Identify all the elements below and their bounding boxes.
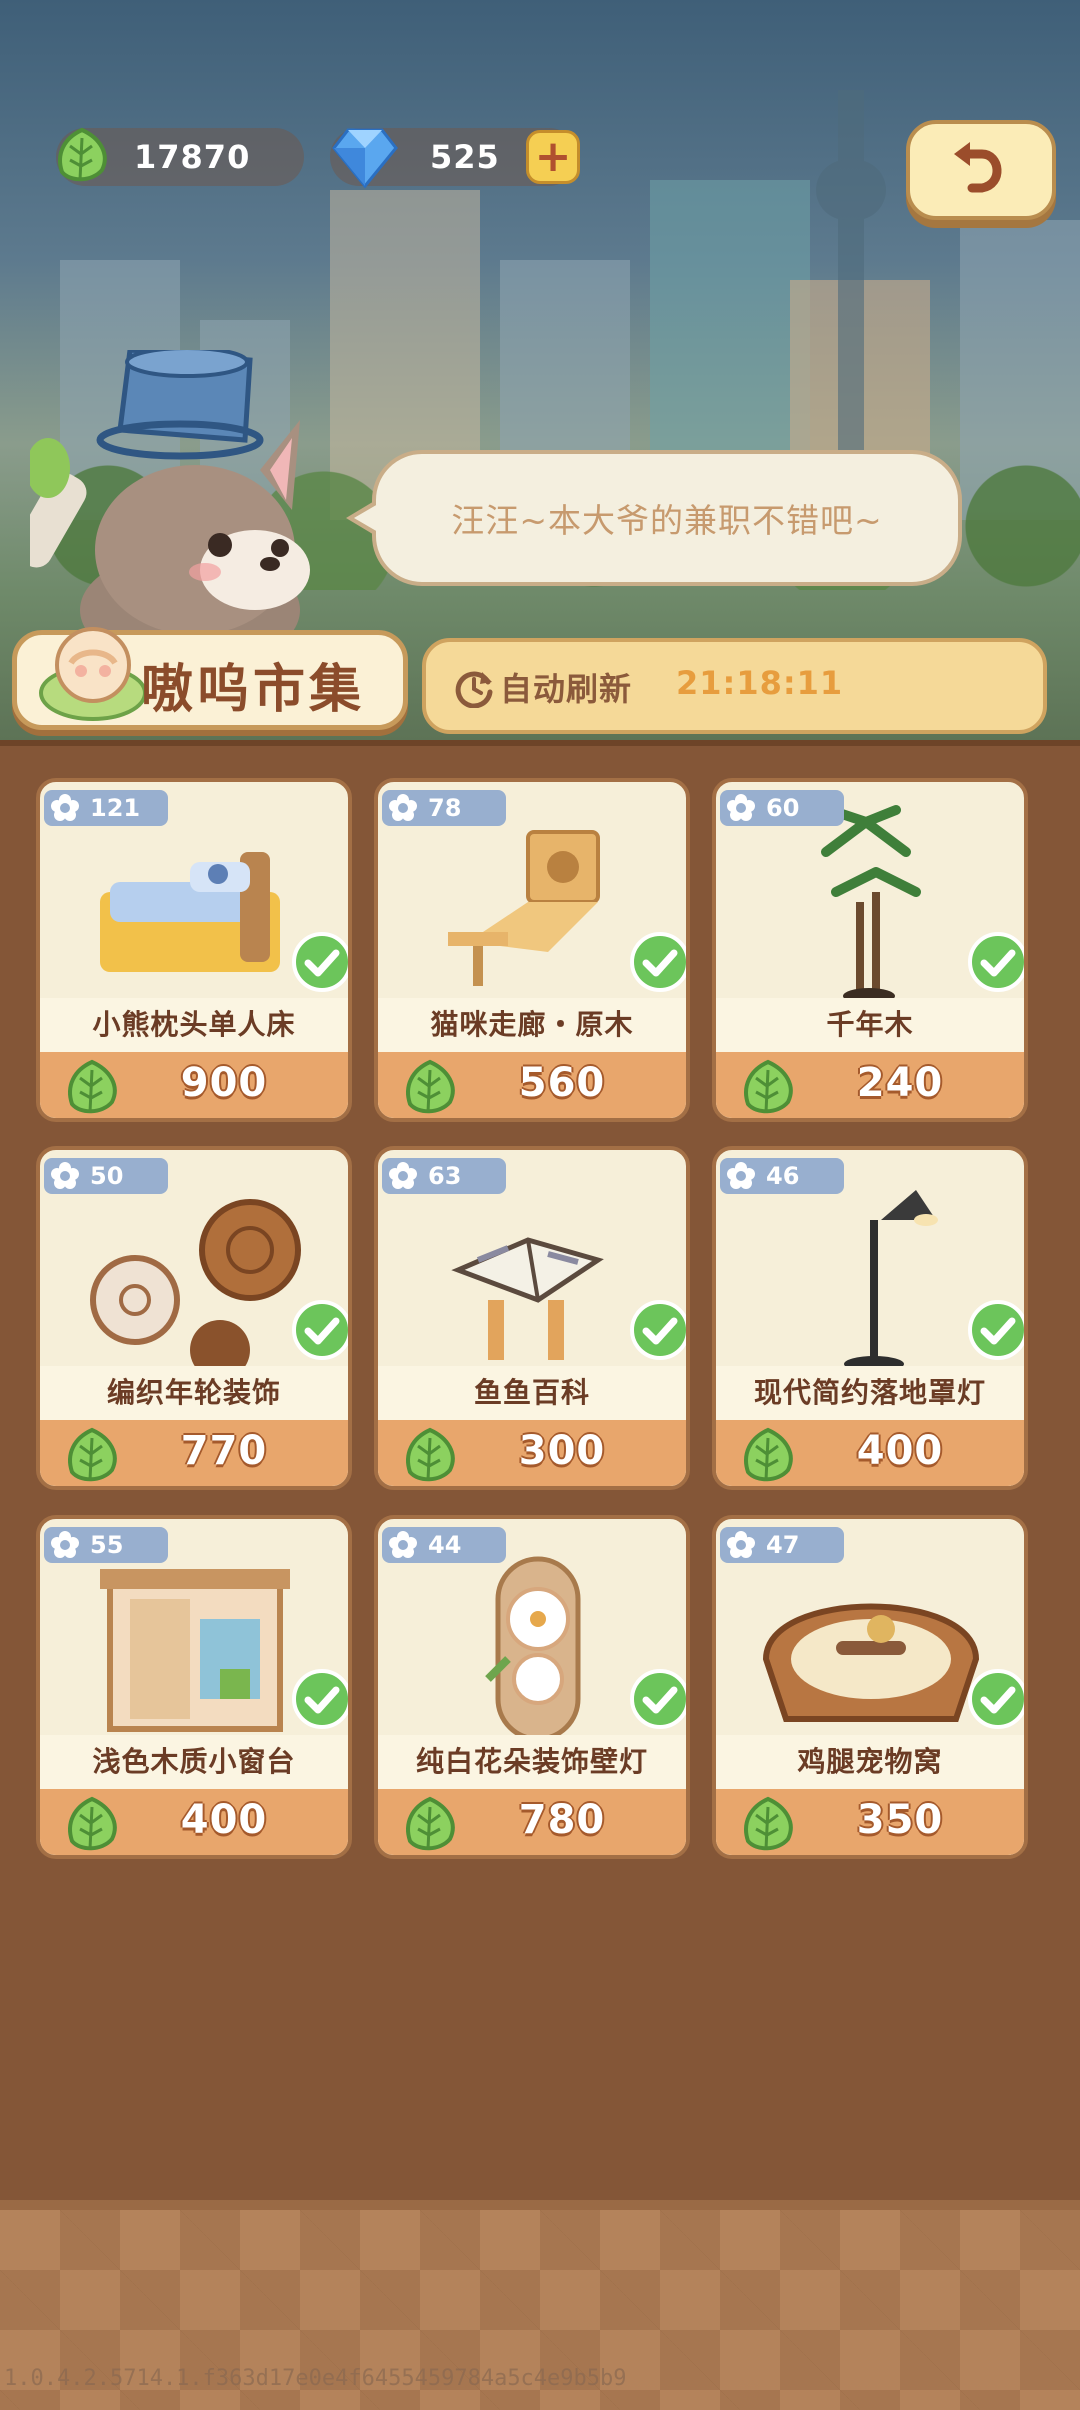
auto-refresh-bar: 自动刷新 21:18:11 <box>422 638 1047 734</box>
item-name: 现代简约落地罩灯 <box>716 1366 1024 1420</box>
favorite-count-badge: 44 <box>382 1527 506 1563</box>
leaf-icon <box>406 1059 455 1114</box>
favorite-count: 50 <box>90 1162 124 1190</box>
diamond-icon <box>332 128 398 189</box>
item-price: 350 <box>856 1797 944 1843</box>
item-name: 鸡腿宠物窝 <box>716 1735 1024 1789</box>
buy-price-button[interactable]: 400 <box>40 1789 348 1855</box>
owned-check-icon <box>292 932 348 992</box>
leaf-icon <box>68 1059 117 1114</box>
buy-price-button[interactable]: 900 <box>40 1052 348 1118</box>
flower-icon <box>51 1162 79 1189</box>
shop-item-card[interactable]: 50 编织年轮装饰 770 <box>36 1146 352 1490</box>
shop-item-card[interactable]: 63 鱼鱼百科 300 <box>374 1146 690 1490</box>
favorite-count: 78 <box>428 794 462 822</box>
favorite-count: 55 <box>90 1531 124 1559</box>
flower-icon <box>389 1531 417 1558</box>
leaf-icon <box>744 1427 793 1482</box>
item-price: 780 <box>518 1797 606 1843</box>
owned-check-icon <box>968 932 1024 992</box>
leaf-amount: 17870 <box>134 138 251 176</box>
build-version: 1.0.4.2.5714.1.f363d17e0e4f6455459784a5c… <box>4 2366 627 2391</box>
favorite-count-badge: 50 <box>44 1158 168 1194</box>
item-price: 400 <box>180 1797 268 1843</box>
item-price: 240 <box>856 1060 944 1106</box>
owned-check-icon <box>630 1669 686 1729</box>
buy-price-button[interactable]: 780 <box>378 1789 686 1855</box>
item-name: 猫咪走廊・原木 <box>378 998 686 1052</box>
owned-check-icon <box>292 1300 348 1360</box>
speech-bubble: 汪汪~本大爷的兼职不错吧~ <box>346 450 962 586</box>
owned-check-icon <box>630 932 686 992</box>
shop-item-card[interactable]: 121 小熊枕头单人床 900 <box>36 778 352 1122</box>
buy-price-button[interactable]: 300 <box>378 1420 686 1486</box>
item-name: 小熊枕头单人床 <box>40 998 348 1052</box>
owned-check-icon <box>968 1300 1024 1360</box>
item-name: 浅色木质小窗台 <box>40 1735 348 1789</box>
item-price: 300 <box>518 1428 606 1474</box>
leaf-icon <box>406 1427 455 1482</box>
item-price: 560 <box>518 1060 606 1106</box>
favorite-count: 121 <box>90 794 141 822</box>
shop-item-card[interactable]: 78 猫咪走廊・原木 560 <box>374 778 690 1122</box>
item-price: 770 <box>180 1428 268 1474</box>
item-price: 400 <box>856 1428 944 1474</box>
favorite-count-badge: 47 <box>720 1527 844 1563</box>
favorite-count: 44 <box>428 1531 462 1559</box>
item-name: 纯白花朵装饰壁灯 <box>378 1735 686 1789</box>
leaf-icon <box>68 1796 117 1851</box>
item-name: 编织年轮装饰 <box>40 1366 348 1420</box>
gem-amount: 525 <box>430 138 500 176</box>
leaf-icon <box>406 1796 455 1851</box>
leaf-icon <box>744 1059 793 1114</box>
item-price: 900 <box>180 1060 268 1106</box>
item-name: 千年木 <box>716 998 1024 1052</box>
buy-price-button[interactable]: 400 <box>716 1420 1024 1486</box>
flower-icon <box>51 1531 79 1558</box>
flower-icon <box>727 1531 755 1558</box>
leaf-icon <box>68 1427 117 1482</box>
shop-item-card[interactable]: 47 鸡腿宠物窝 350 <box>712 1515 1028 1859</box>
market-title: 嗷呜市集 <box>141 660 366 720</box>
shop-item-card[interactable]: 44 纯白花朵装饰壁灯 780 <box>374 1515 690 1859</box>
favorite-count: 60 <box>766 794 800 822</box>
shop-item-card[interactable]: 46 现代简约落地罩灯 400 <box>712 1146 1028 1490</box>
favorite-count-badge: 63 <box>382 1158 506 1194</box>
buy-price-button[interactable]: 240 <box>716 1052 1024 1118</box>
owned-check-icon <box>968 1669 1024 1729</box>
item-name: 鱼鱼百科 <box>378 1366 686 1420</box>
favorite-count-badge: 55 <box>44 1527 168 1563</box>
favorite-count: 63 <box>428 1162 462 1190</box>
favorite-count: 47 <box>766 1531 800 1559</box>
leaf-icon <box>58 127 107 182</box>
buy-price-button[interactable]: 560 <box>378 1052 686 1118</box>
refresh-countdown: 21:18:11 <box>676 664 844 702</box>
shop-item-card[interactable]: 55 浅色木质小窗台 400 <box>36 1515 352 1859</box>
leaf-currency: 17870 <box>56 127 304 186</box>
flower-icon <box>51 794 79 821</box>
flower-icon <box>389 794 417 821</box>
add-gems-button[interactable]: + <box>526 130 580 184</box>
auto-refresh-label: 自动刷新 <box>500 670 633 708</box>
favorite-count-badge: 60 <box>720 790 844 826</box>
market-logo-icon <box>39 627 147 721</box>
favorite-count-badge: 46 <box>720 1158 844 1194</box>
favorite-count-badge: 121 <box>44 790 168 826</box>
favorite-count-badge: 78 <box>382 790 506 826</box>
owned-check-icon <box>292 1669 348 1729</box>
flower-icon <box>389 1162 417 1189</box>
buy-price-button[interactable]: 770 <box>40 1420 348 1486</box>
back-button[interactable] <box>906 120 1056 220</box>
leaf-icon <box>744 1796 793 1851</box>
market-title-tab: 嗷呜市集 <box>12 627 408 730</box>
return-arrow-icon <box>954 142 1002 193</box>
buy-price-button[interactable]: 350 <box>716 1789 1024 1855</box>
flower-icon <box>727 794 755 821</box>
dog-mascot <box>30 350 310 650</box>
shop-item-card[interactable]: 60 千年木 240 <box>712 778 1028 1122</box>
owned-check-icon <box>630 1300 686 1360</box>
favorite-count: 46 <box>766 1162 800 1190</box>
refresh-clock-icon <box>455 671 493 708</box>
flower-icon <box>727 1162 755 1189</box>
